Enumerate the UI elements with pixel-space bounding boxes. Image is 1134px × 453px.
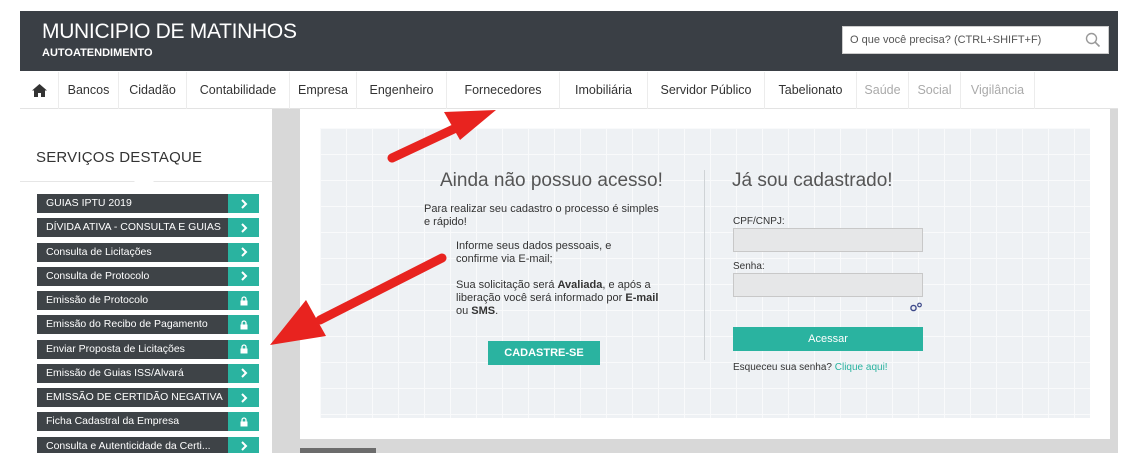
signup-step-2: Sua solicitação será Avaliada, e após a … <box>456 279 659 317</box>
service-item[interactable]: Consulta de Protocolo <box>37 266 259 286</box>
service-item[interactable]: DÍVIDA ATIVA - CONSULTA E GUIAS <box>37 218 259 238</box>
signup-step-1: Informe seus dados pessoais, e confirme … <box>456 240 612 265</box>
lock-icon[interactable] <box>228 339 259 359</box>
nav-item-imobiliaria[interactable]: Imobiliária <box>559 72 647 109</box>
service-item-label: Ficha Cadastral da Empresa <box>46 415 180 428</box>
service-item[interactable]: Consulta e Autenticidade da Certi... <box>37 436 259 453</box>
service-item-label: Emissão do Recibo de Pagamento <box>46 318 208 331</box>
search-input[interactable]: O que você precisa? (CTRL+SHIFT+F) <box>842 26 1109 54</box>
service-item[interactable]: EMISSÃO DE CERTIDÃO NEGATIVA <box>37 388 259 407</box>
service-item-label: GUIAS IPTU 2019 <box>46 197 132 209</box>
top-header: MUNICIPIO DE MATINHOS AUTOATENDIMENTO O … <box>20 11 1118 71</box>
login-grid-background <box>320 128 1090 418</box>
service-item-label: DÍVIDA ATIVA - CONSULTA E GUIAS <box>46 221 221 234</box>
cpf-field[interactable] <box>733 228 923 252</box>
lock-icon[interactable] <box>228 412 259 432</box>
signup-title: Ainda não possuo acesso! <box>440 170 663 191</box>
chevron-right-icon[interactable] <box>228 436 259 453</box>
service-item[interactable]: Emissão de Guias ISS/Alvará <box>37 363 259 383</box>
service-item[interactable]: Consulta de Licitações <box>37 242 259 262</box>
nav-item-fornecedores[interactable]: Fornecedores <box>446 72 559 109</box>
service-item-label: Emissão de Protocolo <box>46 294 149 306</box>
column-divider <box>704 170 705 360</box>
service-item-label: Enviar Proposta de Licitações <box>46 342 185 355</box>
scroll-indicator <box>300 448 376 453</box>
forgot-password: Esqueceu sua senha? Clique aqui! <box>733 362 888 373</box>
nav-item-saude[interactable]: Saúde <box>856 72 908 109</box>
caret-down-icon <box>134 181 154 191</box>
service-item-label: EMISSÃO DE CERTIDÃO NEGATIVA <box>46 391 223 403</box>
forgot-password-link[interactable]: Clique aqui! <box>835 362 888 373</box>
nav-item-tabelionato[interactable]: Tabelionato <box>764 72 856 109</box>
service-item[interactable]: Emissão do Recibo de Pagamento <box>37 315 259 335</box>
home-icon <box>31 84 47 97</box>
chevron-right-icon[interactable] <box>228 242 259 262</box>
service-item-label: Consulta e Autenticidade da Certi... <box>46 439 211 452</box>
service-item[interactable]: Emissão de Protocolo <box>37 291 259 310</box>
sidebar-title: SERVIÇOS DESTAQUE <box>36 149 203 166</box>
lock-icon[interactable] <box>228 315 259 335</box>
service-item-label: Consulta de Licitações <box>46 245 152 258</box>
nav-item-empresa[interactable]: Empresa <box>289 72 356 109</box>
login-button[interactable]: Acessar <box>733 327 923 351</box>
nav-item-engenheiro[interactable]: Engenheiro <box>356 72 446 109</box>
signup-intro: Para realizar seu cadastro o processo é … <box>424 203 659 228</box>
password-label: Senha: <box>733 261 765 272</box>
chevron-right-icon[interactable] <box>228 218 259 238</box>
nav-item-social[interactable]: Social <box>908 72 960 109</box>
search-icon[interactable] <box>1085 32 1101 48</box>
nav-item-contabilidade[interactable]: Contabilidade <box>186 72 289 109</box>
cpf-label: CPF/CNPJ: <box>733 216 785 227</box>
nav-item-vigilancia[interactable]: Vigilância <box>960 72 1035 109</box>
chevron-right-icon[interactable] <box>228 194 259 213</box>
service-item[interactable]: Ficha Cadastral da Empresa <box>37 412 259 432</box>
service-item[interactable]: GUIAS IPTU 2019 <box>37 194 259 213</box>
search-placeholder: O que você precisa? (CTRL+SHIFT+F) <box>850 34 1042 46</box>
chevron-right-icon[interactable] <box>228 266 259 286</box>
service-item-label: Emissão de Guias ISS/Alvará <box>46 366 184 379</box>
nav-home[interactable] <box>20 72 58 109</box>
lock-icon[interactable] <box>228 291 259 310</box>
settings-icon[interactable] <box>909 302 923 312</box>
nav-item-cidadao[interactable]: Cidadão <box>118 72 186 109</box>
nav-item-servidor-publico[interactable]: Servidor Público <box>647 72 764 109</box>
nav-item-bancos[interactable]: Bancos <box>58 72 118 109</box>
password-field[interactable] <box>733 273 923 297</box>
chevron-right-icon[interactable] <box>228 388 259 407</box>
site-subtitle: AUTOATENDIMENTO <box>42 47 153 59</box>
site-title[interactable]: MUNICIPIO DE MATINHOS <box>42 20 297 44</box>
service-item-label: Consulta de Protocolo <box>46 269 150 282</box>
main-nav: Bancos Cidadão Contabilidade Empresa Eng… <box>20 72 1118 109</box>
signup-button[interactable]: CADASTRE-SE <box>488 341 600 365</box>
chevron-right-icon[interactable] <box>228 363 259 383</box>
login-title: Já sou cadastrado! <box>732 170 893 191</box>
service-item[interactable]: Enviar Proposta de Licitações <box>37 339 259 359</box>
